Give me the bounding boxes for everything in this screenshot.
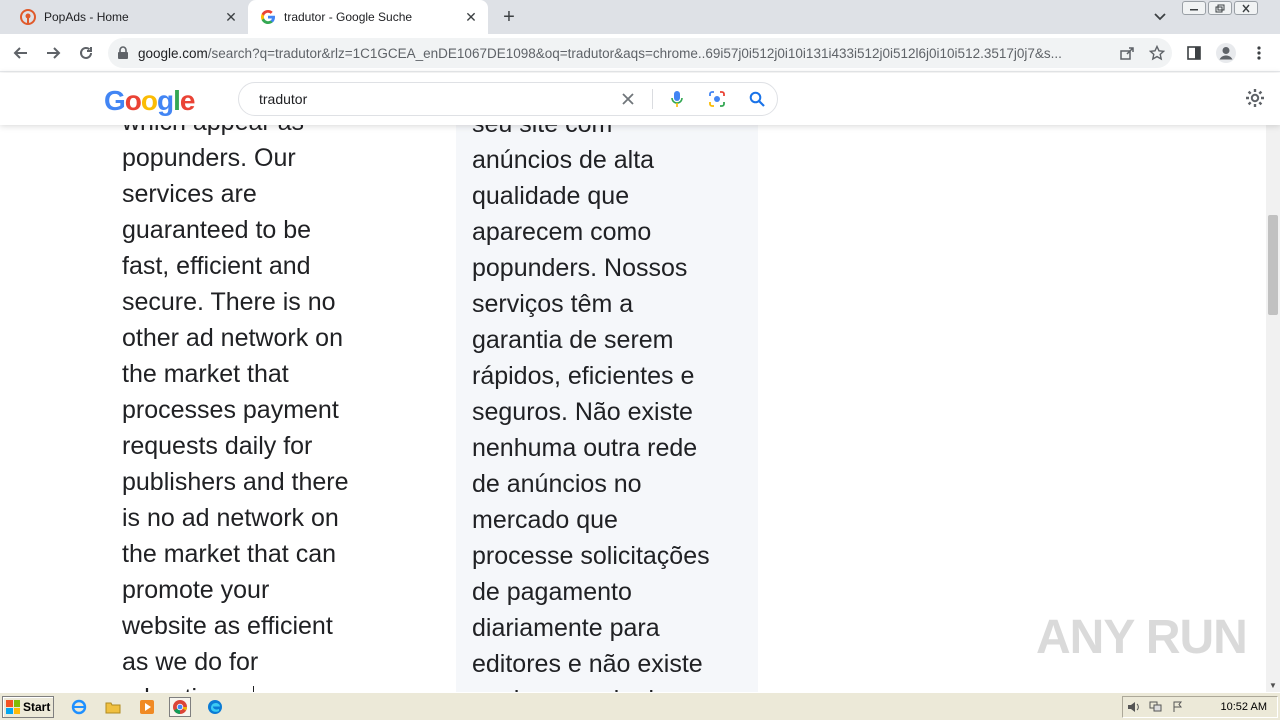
- tab-strip: PopAds - Home ✕ tradutor - Google Suche …: [0, 0, 1280, 34]
- side-panel-icon[interactable]: [1181, 40, 1207, 66]
- logo-letter: e: [179, 85, 196, 116]
- google-favicon-icon: [260, 9, 276, 25]
- action-center-flag-icon[interactable]: [1167, 701, 1189, 713]
- text-line: fast, efficient and: [122, 252, 311, 280]
- text-line: popunders. Nossos: [472, 254, 688, 282]
- tab-google-search[interactable]: tradutor - Google Suche ✕: [248, 0, 488, 34]
- browser-toolbar: google.com/search?q=tradutor&rlz=1C1GCEA…: [0, 34, 1280, 72]
- system-tray: 10:52 AM: [1122, 696, 1278, 718]
- share-icon[interactable]: [1112, 45, 1142, 61]
- text-line: mercado que: [472, 506, 618, 534]
- text-line: website as efficient: [122, 612, 333, 640]
- search-divider: [652, 89, 653, 109]
- forward-arrow-icon[interactable]: [40, 40, 66, 66]
- url-path: /search?q=tradutor&rlz=1C1GCEA_enDE1067D…: [207, 45, 1062, 61]
- text-line: secure. There is no: [122, 288, 336, 316]
- window-controls: [1182, 1, 1278, 17]
- text-line: services are: [122, 180, 257, 208]
- text-line: anúncios de alta: [472, 146, 655, 174]
- text-line: guaranteed to be: [122, 216, 312, 244]
- windows-taskbar: Start 10:52 AM: [0, 692, 1280, 720]
- text-line: editores e não existe: [472, 650, 703, 678]
- text-line: serviços têm a: [472, 290, 634, 318]
- clear-search-icon[interactable]: [608, 92, 648, 106]
- chrome-menu-icon[interactable]: [1246, 40, 1272, 66]
- text-line: seguros. Não existe: [472, 398, 693, 426]
- settings-gear-icon[interactable]: [1244, 87, 1268, 111]
- url-host: google.com: [138, 45, 208, 61]
- text-line: advertisers.: [122, 684, 251, 692]
- text-line: diariamente para: [472, 614, 660, 642]
- tab-close-icon[interactable]: ✕: [220, 6, 242, 28]
- text-line: as we do for: [122, 648, 259, 676]
- text-line: is no ad network on: [122, 504, 339, 532]
- google-logo[interactable]: Google: [104, 85, 196, 117]
- scrollbar-thumb[interactable]: [1268, 215, 1278, 315]
- text-line: other ad network on: [122, 324, 343, 352]
- text-line: qualidade que: [472, 182, 630, 210]
- logo-letter: g: [157, 85, 174, 116]
- logo-letter: o: [124, 85, 142, 116]
- profile-avatar-icon[interactable]: [1213, 40, 1239, 66]
- bookmark-star-icon[interactable]: [1142, 45, 1172, 61]
- text-line-last: advertisers.: [122, 680, 392, 692]
- anyrun-watermark: ANY RUN: [1036, 611, 1248, 664]
- text-line: de pagamento: [472, 578, 632, 606]
- lock-icon[interactable]: [108, 46, 138, 60]
- tab-title: PopAds - Home: [44, 10, 129, 24]
- logo-letter: l: [173, 85, 181, 116]
- text-line: the market that can: [122, 540, 337, 568]
- search-magnifier-icon[interactable]: [737, 91, 777, 107]
- text-line: garantia de serem: [472, 326, 674, 354]
- translated-text-portuguese: seu site com anúncios de alta qualidade …: [472, 106, 748, 692]
- network-icon[interactable]: [1145, 701, 1167, 713]
- text-line: publishers and there: [122, 468, 349, 496]
- text-line: requests daily for: [122, 432, 313, 460]
- voice-search-mic-icon[interactable]: [657, 90, 697, 108]
- tab-popads[interactable]: PopAds - Home ✕: [8, 0, 248, 34]
- taskbar-clock[interactable]: 10:52 AM: [1221, 701, 1267, 713]
- chrome-taskbar-icon[interactable]: [169, 697, 191, 717]
- source-text-english: which appear as popunders. Our services …: [122, 104, 392, 692]
- text-line: promote your: [122, 576, 270, 604]
- google-search-box: [238, 82, 778, 116]
- text-line: nenhuma rede de: [472, 682, 748, 692]
- close-window-icon[interactable]: [1234, 1, 1258, 15]
- tab-close-icon[interactable]: ✕: [460, 6, 482, 28]
- text-line: popunders. Our: [122, 144, 296, 172]
- minimize-icon[interactable]: [1182, 1, 1206, 15]
- reload-icon[interactable]: [73, 40, 99, 66]
- lens-camera-icon[interactable]: [697, 90, 737, 108]
- text-line: processe solicitações: [472, 542, 710, 570]
- back-arrow-icon[interactable]: [8, 40, 34, 66]
- text-line: aparecem como: [472, 218, 652, 246]
- logo-letter: G: [104, 85, 126, 116]
- url-text[interactable]: google.com/search?q=tradutor&rlz=1C1GCEA…: [138, 46, 1112, 61]
- text-line: the market that: [122, 360, 289, 388]
- text-line: rápidos, eficientes e: [472, 362, 695, 390]
- text-line: de anúncios no: [472, 470, 642, 498]
- start-button[interactable]: Start: [2, 696, 54, 718]
- popads-favicon-icon: [20, 9, 36, 25]
- volume-speaker-icon[interactable]: [1123, 701, 1145, 713]
- edge-browser-icon[interactable]: [204, 697, 226, 717]
- text-line: processes payment: [122, 396, 339, 424]
- scroll-down-arrow-icon[interactable]: ▼: [1266, 678, 1280, 692]
- logo-letter: o: [140, 85, 158, 116]
- google-search-header: Google: [0, 73, 1280, 125]
- text-line: nenhuma outra rede: [472, 434, 698, 462]
- restore-icon[interactable]: [1208, 1, 1232, 15]
- tab-search-chevron-icon[interactable]: [1148, 7, 1172, 27]
- media-player-icon[interactable]: [136, 697, 158, 717]
- new-tab-button[interactable]: +: [496, 5, 522, 29]
- file-explorer-folder-icon[interactable]: [102, 697, 124, 717]
- page-scrollbar[interactable]: ▲ ▼: [1266, 73, 1280, 692]
- start-label: Start: [23, 700, 51, 714]
- internet-explorer-icon[interactable]: [68, 697, 90, 717]
- search-results-content: which appear as popunders. Our services …: [0, 73, 1266, 692]
- windows-flag-icon: [6, 700, 20, 714]
- search-input[interactable]: [259, 91, 608, 107]
- address-bar[interactable]: google.com/search?q=tradutor&rlz=1C1GCEA…: [108, 38, 1172, 68]
- tab-title: tradutor - Google Suche: [284, 10, 413, 24]
